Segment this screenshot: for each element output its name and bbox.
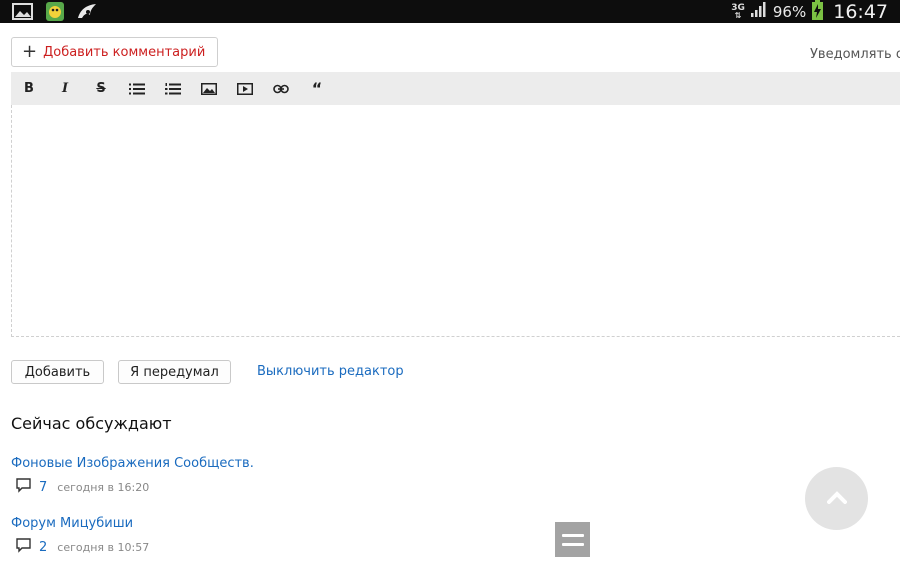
quote-icon: “ bbox=[311, 78, 323, 98]
comment-editor[interactable] bbox=[11, 105, 900, 337]
editor-toolbar: B I S “ bbox=[11, 72, 900, 105]
topic-link[interactable]: Фоновые Изображения Сообществ. bbox=[11, 456, 254, 471]
signal-icon bbox=[750, 2, 767, 21]
status-bar: 3G ⇅ 96% 16:47 bbox=[0, 0, 900, 23]
battery-percent: 96% bbox=[772, 2, 807, 21]
insert-image-button[interactable] bbox=[191, 72, 227, 105]
topic-time: сегодня в 10:57 bbox=[57, 541, 150, 554]
video-icon bbox=[237, 82, 253, 95]
numbered-list-icon bbox=[165, 82, 181, 95]
bird-app-icon bbox=[76, 2, 98, 21]
link-icon bbox=[273, 84, 289, 94]
comment-icon bbox=[16, 478, 31, 497]
bullet-list-button[interactable] bbox=[119, 72, 155, 105]
topic-time: сегодня в 16:20 bbox=[57, 481, 150, 494]
comment-count[interactable]: 2 bbox=[39, 540, 47, 555]
insert-link-button[interactable] bbox=[263, 72, 299, 105]
italic-button[interactable]: I bbox=[47, 72, 83, 105]
topic-meta: 2 сегодня в 10:57 bbox=[16, 538, 149, 557]
cancel-button[interactable]: Я передумал bbox=[118, 360, 231, 384]
topic-meta: 7 сегодня в 16:20 bbox=[16, 478, 149, 497]
topic-link[interactable]: Форум Мицубиши bbox=[11, 516, 133, 531]
comment-icon bbox=[16, 538, 31, 557]
menu-icon bbox=[561, 533, 584, 537]
network-type: 3G ⇅ bbox=[731, 2, 745, 20]
plus-icon: + bbox=[22, 41, 38, 62]
strikethrough-icon: S bbox=[96, 81, 106, 96]
bullet-list-icon bbox=[129, 83, 145, 95]
add-comment-label: Добавить комментарий bbox=[43, 44, 206, 60]
gallery-icon bbox=[12, 2, 34, 21]
numbered-list-button[interactable] bbox=[155, 72, 191, 105]
chevron-up-icon bbox=[826, 489, 847, 508]
notify-toggle-label[interactable]: Уведомлять о н bbox=[810, 47, 900, 62]
submit-button[interactable]: Добавить bbox=[11, 360, 104, 384]
comment-count[interactable]: 7 bbox=[39, 480, 47, 495]
battery-charging-icon bbox=[812, 0, 824, 24]
scroll-to-top-button[interactable] bbox=[805, 467, 868, 530]
bold-icon: B bbox=[24, 81, 34, 96]
insert-video-button[interactable] bbox=[227, 72, 263, 105]
quote-button[interactable]: “ bbox=[299, 72, 335, 105]
notification-icons bbox=[12, 2, 98, 21]
add-comment-button[interactable]: + Добавить комментарий bbox=[11, 37, 219, 67]
italic-icon: I bbox=[61, 81, 69, 96]
section-title: Сейчас обсуждают bbox=[11, 414, 172, 433]
game-app-icon bbox=[44, 2, 66, 21]
image-icon bbox=[201, 82, 217, 95]
disable-editor-link[interactable]: Выключить редактор bbox=[257, 364, 404, 379]
menu-icon-bar bbox=[561, 542, 584, 546]
strikethrough-button[interactable]: S bbox=[83, 72, 119, 105]
system-indicators: 3G ⇅ 96% 16:47 bbox=[731, 0, 888, 23]
menu-button[interactable] bbox=[555, 522, 590, 557]
clock: 16:47 bbox=[833, 0, 888, 23]
bold-button[interactable]: B bbox=[11, 72, 47, 105]
